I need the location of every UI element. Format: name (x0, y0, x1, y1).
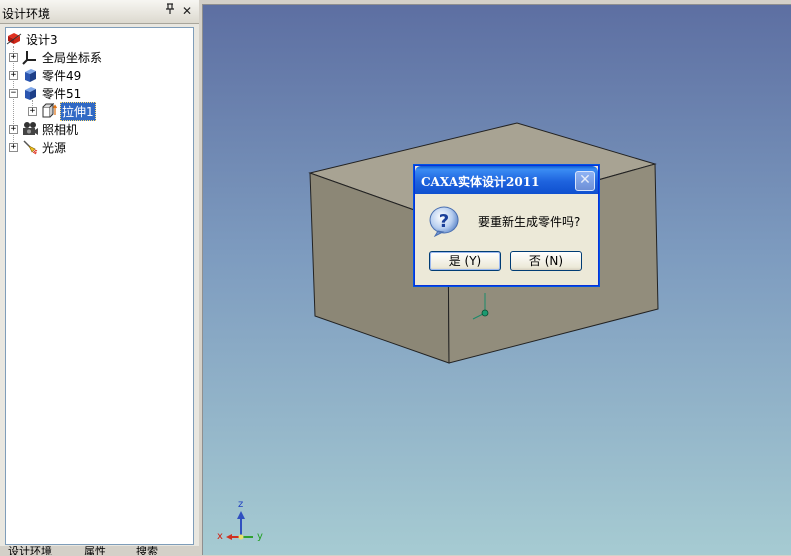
tab-design-environment[interactable]: 设计环境 (8, 546, 52, 555)
axis-y-label: y (257, 531, 263, 542)
anchor-point-icon[interactable] (481, 309, 489, 317)
tree-item-design[interactable]: 设计3 (6, 30, 59, 48)
dialog-close-button[interactable]: ✕ (575, 171, 595, 191)
regenerate-part-dialog: CAXA实体设计2011 ✕ ? 要重新生成零件吗? 是 (Y) 否 (N) (414, 165, 599, 286)
no-button[interactable]: 否 (N) (510, 251, 582, 271)
dialog-titlebar[interactable]: CAXA实体设计2011 ✕ (415, 166, 598, 194)
tree-item-extrude-1[interactable]: + 拉伸1 (28, 101, 96, 121)
pin-icon[interactable] (162, 3, 178, 19)
extrude-icon (42, 103, 57, 118)
panel-bottom-tabs: 设计环境 属性 搜索 (0, 546, 199, 555)
tree-item-label: 设计3 (26, 32, 58, 47)
design-icon (6, 33, 22, 45)
tree-item-label: 照相机 (42, 122, 79, 137)
yes-button[interactable]: 是 (Y) (429, 251, 501, 271)
tree-item-global-coordinates[interactable]: + 全局坐标系 (9, 48, 103, 66)
tree-item-part-49[interactable]: + 零件49 (9, 66, 82, 84)
tree-item-part-51[interactable]: − 零件51 (9, 84, 82, 102)
coordinate-system-icon (22, 51, 36, 65)
panel-title: 设计环境 (2, 7, 51, 21)
part-icon (25, 87, 36, 100)
light-source-icon (23, 140, 38, 155)
design-tree: 设计3 + 全局坐标系 + 零件49 − 零件51 + 拉伸1 + 照相机 + … (5, 27, 194, 545)
tree-item-label: 拉伸1 (60, 101, 96, 121)
axis-x-label: x (217, 531, 223, 542)
svg-text:?: ? (439, 211, 449, 232)
dialog-title: CAXA实体设计2011 (421, 175, 540, 189)
expand-icon[interactable]: + (9, 52, 18, 62)
panel-header: 设计环境 ✕ (0, 0, 199, 24)
collapse-icon[interactable]: − (9, 88, 18, 98)
expand-icon[interactable]: + (9, 142, 18, 152)
dialog-message: 要重新生成零件吗? (478, 215, 581, 229)
axis-z-label: z (238, 499, 244, 510)
part-icon (25, 69, 36, 82)
tree-item-label: 全局坐标系 (42, 50, 103, 65)
expand-icon[interactable]: + (9, 70, 18, 80)
axis-triad-icon (226, 511, 253, 540)
tab-properties[interactable]: 属性 (84, 546, 106, 555)
tab-search[interactable]: 搜索 (136, 546, 158, 555)
camera-icon (23, 122, 38, 135)
question-icon: ? (429, 206, 459, 237)
panel-close-icon[interactable]: ✕ (179, 3, 195, 19)
tree-item-label: 零件51 (42, 86, 82, 101)
design-environment-panel: 设计环境 ✕ 设计3 + 全局坐标系 + 零件49 − 零件51 + 拉伸1 +… (0, 0, 199, 555)
expand-icon[interactable]: + (28, 106, 37, 116)
tree-item-camera[interactable]: + 照相机 (9, 120, 79, 138)
expand-icon[interactable]: + (9, 124, 18, 134)
tree-item-label: 光源 (42, 140, 67, 155)
tree-item-label: 零件49 (42, 68, 82, 83)
tree-item-light-source[interactable]: + 光源 (9, 138, 67, 156)
